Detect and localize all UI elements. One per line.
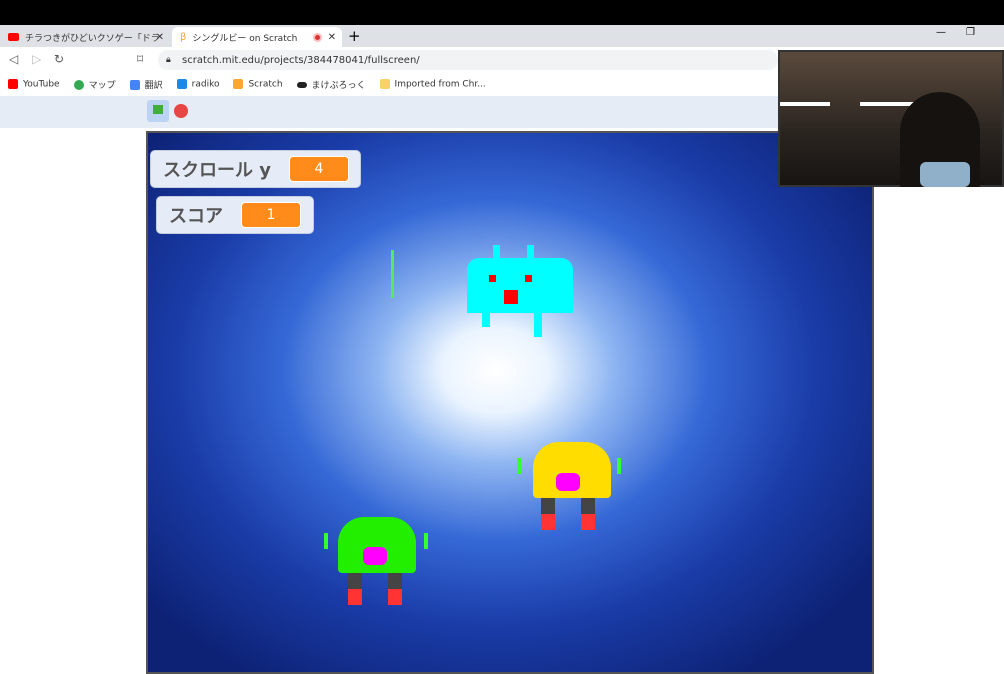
tab-scratch[interactable]: β シングルビー on Scratch ✕: [172, 27, 342, 47]
scratch-stage[interactable]: スクロール y 4 スコア 1: [146, 131, 874, 674]
bookmark-scratch[interactable]: Scratch: [233, 78, 283, 89]
minimize-button[interactable]: —: [936, 27, 946, 38]
monitor-value: 1: [241, 202, 301, 228]
back-button[interactable]: ◁: [9, 52, 18, 66]
close-icon[interactable]: ✕: [156, 32, 164, 43]
youtube-icon: [8, 33, 19, 41]
scratch-icon: β: [180, 31, 187, 43]
monitor-score: スコア 1: [156, 196, 314, 234]
monitor-scroll-y: スクロール y 4: [150, 150, 361, 188]
webcam-overlay: [778, 50, 1004, 187]
bookmark-maps[interactable]: マップ: [73, 78, 116, 91]
monitor-value: 4: [289, 156, 349, 182]
bookmark-radiko[interactable]: radiko: [176, 78, 219, 89]
bookmark-youtube[interactable]: YouTube: [8, 78, 60, 89]
green-flag-button[interactable]: [147, 100, 169, 122]
recording-icon: [313, 32, 322, 42]
restore-button[interactable]: ❐: [966, 27, 975, 38]
bookmark-icon[interactable]: ⌑: [137, 52, 143, 66]
stop-button[interactable]: [174, 104, 188, 118]
url-text: scratch.mit.edu/projects/384478041/fulls…: [182, 54, 420, 66]
screen-top: [0, 0, 1004, 25]
monitor-label: スクロール y: [163, 160, 271, 181]
tab-bar: チラつきがひどいクソゲー「ドラえもんカー ✕ β シングルビー on Scrat…: [0, 25, 1004, 47]
reload-button[interactable]: ↻: [54, 52, 64, 66]
address-bar[interactable]: 🔒︎ scratch.mit.edu/projects/384478041/fu…: [158, 50, 778, 70]
close-icon[interactable]: ✕: [328, 32, 336, 43]
monitor-label: スコア: [169, 206, 223, 227]
lock-icon: 🔒︎: [166, 55, 171, 65]
bookmark-folder-imported[interactable]: Imported from Chr...: [379, 78, 486, 89]
bullet-sprite: [391, 250, 394, 298]
tab-title: チラつきがひどいクソゲー「ドラえもんカー: [25, 33, 160, 44]
tab-youtube[interactable]: チラつきがひどいクソゲー「ドラえもんカー ✕: [0, 27, 170, 47]
new-tab-button[interactable]: +: [348, 27, 361, 45]
forward-button[interactable]: ▷: [32, 52, 41, 66]
tab-title: シングルビー on Scratch: [192, 33, 298, 44]
bookmark-makeblock[interactable]: まけぷろっく: [296, 78, 366, 91]
bookmark-translate[interactable]: 翻訳: [129, 78, 163, 91]
